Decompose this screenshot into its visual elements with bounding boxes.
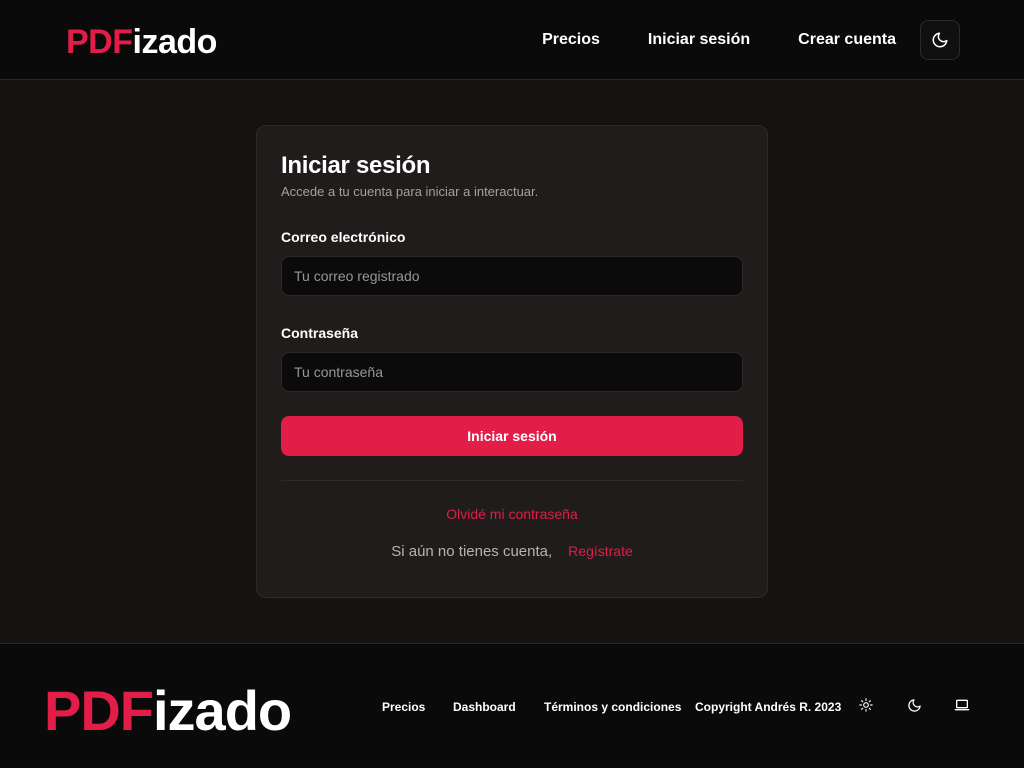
signup-link[interactable]: Regístrate [568,543,633,559]
signup-prompt: Si aún no tienes cuenta, Regístrate [257,543,767,560]
moon-icon [932,32,948,48]
site-header: PDFizado Precios Iniciar sesión Crear cu… [0,0,1024,80]
nav-link-precios[interactable]: Precios [542,31,600,49]
footer-link-precios[interactable]: Precios [382,700,425,714]
brand-logo[interactable]: PDFizado [66,22,217,62]
main-nav: Precios Iniciar sesión Crear cuenta [494,0,896,80]
footer-link-dashboard[interactable]: Dashboard [453,700,516,714]
login-subtitle: Accede a tu cuenta para iniciar a intera… [281,184,539,199]
footer-logo-pdf-text: PDF [44,679,154,742]
footer-logo-rest-text: izado [153,679,292,742]
site-footer: PDFizado Precios Dashboard Términos y co… [0,643,1024,768]
login-submit-button[interactable]: Iniciar sesión [281,416,743,456]
login-card: Iniciar sesión Accede a tu cuenta para i… [256,125,768,598]
footer-brand-logo[interactable]: PDFizado [44,679,292,742]
sun-icon[interactable] [857,696,875,714]
password-field[interactable] [281,352,743,392]
logo-pdf-text: PDF [66,23,133,61]
login-title: Iniciar sesión [281,152,431,179]
password-label: Contraseña [281,325,359,341]
nav-link-iniciar-sesion[interactable]: Iniciar sesión [648,31,750,49]
email-label: Correo electrónico [281,229,406,245]
divider [281,480,743,481]
nav-link-crear-cuenta[interactable]: Crear cuenta [798,31,896,49]
laptop-icon[interactable] [953,696,971,714]
footer-copyright: Copyright Andrés R. 2023 [695,700,842,714]
signup-text: Si aún no tienes cuenta, [391,543,553,560]
theme-toggle-button[interactable] [920,20,960,60]
moon-icon[interactable] [905,696,923,714]
email-field[interactable] [281,256,743,296]
logo-rest-text: izado [132,23,218,61]
forgot-password-link[interactable]: Olvidé mi contraseña [257,506,767,522]
footer-link-terminos[interactable]: Términos y condiciones [544,700,681,714]
